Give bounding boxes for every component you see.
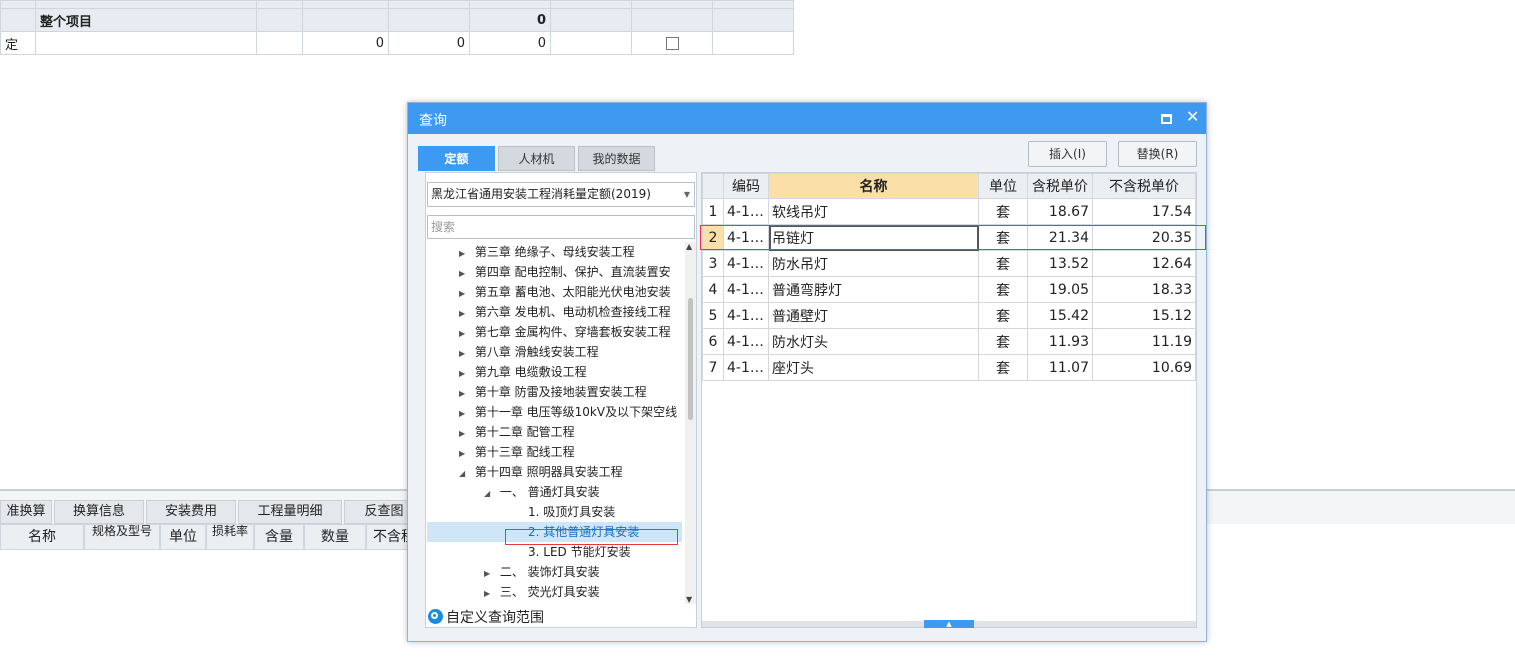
quota-library-select[interactable]: 黑龙江省通用安装工程消耗量定额(2019) ▼ — [427, 182, 695, 207]
tree-item[interactable]: ▶ 第五章 蓄电池、太阳能光伏电池安装 — [459, 282, 671, 302]
tab-install-fee[interactable]: 安装费用 — [146, 500, 236, 524]
quota-results-grid: 编码 名称 单位 含税单价 不含税单价 1 4-1… 软线吊灯 套 18.67 … — [702, 173, 1196, 381]
expand-arrow-icon[interactable]: ▶ — [459, 304, 471, 324]
tree-item[interactable]: ▶ 第八章 滑触线安装工程 — [459, 342, 599, 362]
tree-item[interactable]: ▶ 第四章 配电控制、保护、直流装置安 — [459, 262, 671, 282]
column-header[interactable]: 名称 — [0, 524, 84, 550]
background-project-grid: 整个项目 0 定 0 0 0 — [0, 0, 794, 55]
query-dialog: 查询 ✕ 定额 人材机 我的数据 插入(I) 替换(R) 黑龙江省通用安装工程消… — [407, 102, 1207, 642]
expand-arrow-icon[interactable]: ▶ — [459, 404, 471, 424]
table-row[interactable]: 1 4-1… 软线吊灯 套 18.67 17.54 — [702, 198, 1196, 225]
row-name: 整个项目 — [35, 8, 257, 32]
tree-item-selected[interactable]: 2. 其他普通灯具安装 — [528, 522, 639, 542]
annotation-highlight-box — [700, 225, 1206, 250]
column-header-tax-price[interactable]: 含税单价 — [1027, 173, 1093, 199]
quota-library-value: 黑龙江省通用安装工程消耗量定额(2019) — [431, 187, 651, 201]
tree-item[interactable]: 1. 吸顶灯具安装 — [528, 502, 615, 522]
column-header-notax-price[interactable]: 不含税单价 — [1092, 173, 1196, 199]
tree-item[interactable]: ▶ 第十二章 配管工程 — [459, 422, 575, 442]
tree-item[interactable]: ▶ 第七章 金属构件、穿墙套板安装工程 — [459, 322, 671, 342]
tab-conversion-info[interactable]: 换算信息 — [54, 500, 144, 524]
tree-item[interactable]: ▶ 第六章 发电机、电动机检查接线工程 — [459, 302, 671, 322]
column-header[interactable]: 单位 — [160, 524, 206, 550]
maximize-icon[interactable] — [1161, 114, 1172, 124]
scroll-up-icon[interactable]: ▲ — [686, 242, 692, 251]
column-header[interactable]: 规格及型号 — [84, 524, 160, 550]
quota-chapter-tree: ▶ 第三章 绝缘子、母线安装工程 ▶ 第四章 配电控制、保护、直流装置安 ▶ 第… — [426, 242, 684, 604]
expand-arrow-icon[interactable]: ▶ — [484, 584, 496, 604]
expand-arrow-icon[interactable]: ▶ — [459, 244, 471, 264]
tree-item[interactable]: ▶ 三、 荧光灯具安装 — [484, 582, 600, 602]
tree-item[interactable]: ▶ 第十章 防雷及接地装置安装工程 — [459, 382, 647, 402]
quota-tree-panel: 黑龙江省通用安装工程消耗量定额(2019) ▼ ▶ 第三章 绝缘子、母线安装工程… — [425, 172, 697, 628]
expand-arrow-icon[interactable]: ▶ — [459, 264, 471, 284]
search-input[interactable] — [427, 215, 695, 239]
collapse-arrow-icon[interactable]: ◢ — [459, 464, 471, 484]
tree-item[interactable]: ◢ 一、 普通灯具安装 — [484, 482, 600, 502]
tree-item[interactable]: ▶ 二、 装饰灯具安装 — [484, 562, 600, 582]
search-icon — [428, 609, 443, 624]
close-icon[interactable]: ✕ — [1186, 109, 1199, 125]
row-total: 0 — [469, 8, 551, 32]
dialog-title: 查询 — [419, 113, 447, 129]
tab-quantity-detail[interactable]: 工程量明细 — [238, 500, 342, 524]
tab-my-data[interactable]: 我的数据 — [578, 146, 655, 171]
tab-conversion[interactable]: 准换算 — [0, 500, 52, 524]
column-header-name[interactable]: 名称 — [768, 173, 979, 199]
expand-arrow-icon[interactable]: ▶ — [459, 424, 471, 444]
table-row[interactable]: 定 0 0 0 — [0, 31, 794, 55]
expand-arrow-icon[interactable]: ▶ — [459, 444, 471, 464]
table-row[interactable]: 7 4-1… 座灯头 套 11.07 10.69 — [702, 354, 1196, 381]
tree-item[interactable]: ▶ 第三章 绝缘子、母线安装工程 — [459, 242, 635, 262]
expand-arrow-icon[interactable]: ▶ — [459, 344, 471, 364]
column-header-unit[interactable]: 单位 — [978, 173, 1028, 199]
row-qty: 0 — [388, 31, 470, 55]
row-type — [0, 8, 36, 32]
dialog-titlebar[interactable]: 查询 ✕ — [408, 103, 1206, 134]
chevron-down-icon[interactable]: ▼ — [684, 183, 690, 206]
expand-arrow-icon[interactable]: ▶ — [484, 564, 496, 584]
panel-splitter-handle[interactable]: ▲ — [924, 620, 974, 628]
tree-item[interactable]: ▶ 第十三章 配线工程 — [459, 442, 575, 462]
expand-arrow-icon[interactable]: ▶ — [459, 364, 471, 384]
column-header[interactable]: 数量 — [304, 524, 366, 550]
tree-scrollbar[interactable]: ▲ ▼ — [685, 242, 696, 604]
table-row[interactable]: 整个项目 0 — [0, 8, 794, 32]
column-header[interactable]: 损耗率 — [206, 524, 254, 550]
table-row[interactable]: 5 4-1… 普通壁灯 套 15.42 15.12 — [702, 302, 1196, 329]
tree-item[interactable]: ◢ 第十四章 照明器具安装工程 — [459, 462, 623, 482]
table-row[interactable]: 3 4-1… 防水吊灯 套 13.52 12.64 — [702, 250, 1196, 277]
insert-button[interactable]: 插入(I) — [1028, 141, 1107, 167]
column-header[interactable]: 含量 — [254, 524, 304, 550]
row-checkbox[interactable] — [665, 36, 679, 50]
table-row[interactable]: 6 4-1… 防水灯头 套 11.93 11.19 — [702, 328, 1196, 355]
tab-quota[interactable]: 定额 — [418, 146, 495, 171]
row-price: 0 — [469, 31, 551, 55]
grid-header-row: 编码 名称 单位 含税单价 不含税单价 — [702, 173, 1196, 199]
row-checkbox-cell — [631, 31, 713, 55]
replace-button[interactable]: 替换(R) — [1118, 141, 1197, 167]
row-amount: 0 — [302, 31, 389, 55]
expand-arrow-icon[interactable]: ▶ — [459, 284, 471, 304]
scroll-down-icon[interactable]: ▼ — [686, 595, 692, 604]
column-header-code[interactable]: 编码 — [723, 173, 769, 199]
tree-item[interactable]: ▶ 第九章 电缆敷设工程 — [459, 362, 587, 382]
scrollbar-thumb[interactable] — [688, 298, 693, 420]
custom-query-range-link[interactable]: 自定义查询范围 — [428, 607, 544, 627]
tree-item[interactable]: 3. LED 节能灯安装 — [528, 542, 631, 562]
expand-arrow-icon[interactable]: ▶ — [459, 384, 471, 404]
tab-labor-material-machine[interactable]: 人材机 — [498, 146, 575, 171]
row-name — [35, 31, 257, 55]
table-row[interactable]: 4 4-1… 普通弯脖灯 套 19.05 18.33 — [702, 276, 1196, 303]
row-number-header[interactable] — [702, 173, 724, 199]
expand-arrow-icon[interactable]: ▶ — [459, 324, 471, 344]
grid-header-row — [0, 0, 794, 9]
collapse-arrow-icon[interactable]: ◢ — [484, 484, 496, 504]
tree-item[interactable]: ▶ 第十一章 电压等级10kV及以下架空线 — [459, 402, 677, 422]
row-type: 定 — [0, 31, 36, 55]
